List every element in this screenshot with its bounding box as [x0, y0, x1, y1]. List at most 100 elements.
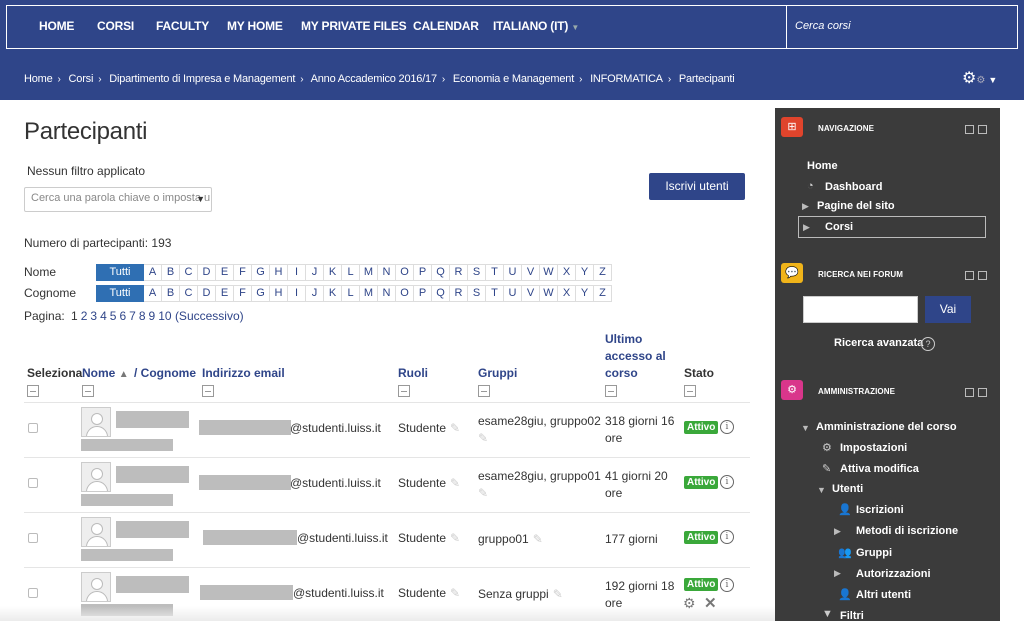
row-select-checkbox[interactable] [28, 533, 38, 543]
minimize-block-icon[interactable] [965, 125, 974, 134]
initial-letter[interactable]: C [180, 284, 198, 302]
forum-search-input[interactable] [803, 296, 918, 323]
expand-triangle-icon[interactable]: ▶ [834, 568, 841, 579]
initial-letter[interactable]: G [252, 284, 270, 302]
sidebar-item-corsi-box[interactable]: ▶ Corsi [798, 216, 986, 238]
col-last-name-header[interactable]: / Cognome [134, 365, 196, 382]
menu-language[interactable]: ITALIANO (IT) ▼ [493, 19, 579, 33]
initial-letter[interactable]: N [378, 284, 396, 302]
search-courses-input[interactable]: Cerca corsi [795, 20, 851, 32]
pagination-page[interactable]: 8 [139, 309, 146, 323]
pagination-page[interactable]: 6 [119, 309, 126, 323]
initial-letter[interactable]: M [360, 284, 378, 302]
initial-letter[interactable]: S [468, 263, 486, 281]
initial-letter[interactable]: B [162, 263, 180, 281]
initial-letter[interactable]: Y [576, 263, 594, 281]
menu-faculty[interactable]: FACULTY [156, 19, 209, 33]
enrol-users-button[interactable]: Iscrivi utenti [649, 173, 745, 200]
breadcrumb-year[interactable]: Anno Accademico 2016/17 [311, 73, 437, 85]
pagination-page[interactable]: 10 [158, 309, 171, 323]
collapse-triangle-icon[interactable]: ▼ [817, 485, 826, 495]
initial-all-last[interactable]: Tutti [96, 284, 144, 302]
minimize-block-icon[interactable] [965, 388, 974, 397]
info-icon[interactable]: i [720, 475, 734, 489]
initial-letter[interactable]: B [162, 284, 180, 302]
avatar[interactable] [81, 407, 111, 437]
expand-triangle-icon[interactable]: ▶ [803, 222, 810, 233]
initial-letter[interactable]: R [450, 284, 468, 302]
initial-letter[interactable]: I [288, 263, 306, 281]
initial-all-first[interactable]: Tutti [96, 263, 144, 281]
pencil-icon[interactable]: ✎ [450, 531, 460, 545]
expand-triangle-icon[interactable]: ▶ [834, 526, 841, 537]
initial-letter[interactable]: G [252, 263, 270, 281]
initial-letter[interactable]: Z [594, 284, 612, 302]
initial-letter[interactable]: H [270, 263, 288, 281]
menu-calendar[interactable]: CALENDAR [413, 19, 479, 33]
dock-block-icon[interactable] [978, 388, 987, 397]
initial-letter[interactable]: K [324, 284, 342, 302]
forum-search-button[interactable]: Vai [925, 296, 971, 323]
initial-letter[interactable]: U [504, 284, 522, 302]
col-last-access-header[interactable]: Ultimo accesso al corso [605, 331, 666, 382]
row-select-checkbox[interactable] [28, 478, 38, 488]
initial-letter[interactable]: O [396, 263, 414, 281]
pencil-icon[interactable]: ✎ [450, 421, 460, 435]
initial-letter[interactable]: N [378, 263, 396, 281]
info-icon[interactable]: i [720, 530, 734, 544]
initial-letter[interactable]: E [216, 263, 234, 281]
initial-letter[interactable]: I [288, 284, 306, 302]
menu-home[interactable]: HOME [39, 19, 74, 33]
page-settings-menu[interactable]: ⚙⚙ ▼ [962, 68, 997, 88]
initial-letter[interactable]: C [180, 263, 198, 281]
pagination-next[interactable]: (Successivo) [175, 309, 244, 323]
filter-search-input[interactable]: Cerca una parola chiave o imposta u ▼ [24, 187, 212, 212]
initial-letter[interactable]: L [342, 284, 360, 302]
col-email-header[interactable]: Indirizzo email [202, 365, 285, 382]
avatar[interactable] [81, 462, 111, 492]
row-select-checkbox[interactable] [28, 423, 38, 433]
hide-column-icon[interactable] [478, 385, 490, 397]
pagination-page[interactable]: 5 [110, 309, 117, 323]
initial-letter[interactable]: J [306, 263, 324, 281]
initial-letter[interactable]: F [234, 284, 252, 302]
collapse-triangle-icon[interactable]: ▼ [801, 423, 810, 433]
sidebar-item-settings[interactable]: Impostazioni [840, 442, 907, 454]
initial-letter[interactable]: S [468, 284, 486, 302]
initial-letter[interactable]: Y [576, 284, 594, 302]
pencil-icon[interactable]: ✎ [478, 431, 488, 445]
hide-column-icon[interactable] [82, 385, 94, 397]
sidebar-item-enrolments[interactable]: Iscrizioni [856, 504, 904, 516]
sidebar-item-corsi[interactable]: Corsi [825, 221, 853, 233]
initial-letter[interactable]: P [414, 284, 432, 302]
initial-letter[interactable]: T [486, 284, 504, 302]
sidebar-item-permissions[interactable]: Autorizzazioni [856, 568, 931, 580]
avatar[interactable] [81, 517, 111, 547]
pencil-icon[interactable]: ✎ [533, 532, 543, 546]
sidebar-item-dashboard[interactable]: Dashboard [825, 181, 882, 193]
info-icon[interactable]: i [720, 578, 734, 592]
breadcrumb-corsi[interactable]: Corsi [69, 73, 94, 85]
initial-letter[interactable]: P [414, 263, 432, 281]
initial-letter[interactable]: V [522, 284, 540, 302]
initial-letter[interactable]: D [198, 263, 216, 281]
sidebar-item-course-admin[interactable]: Amministrazione del corso [816, 421, 957, 433]
help-icon[interactable]: ? [921, 337, 935, 351]
initial-letter[interactable]: L [342, 263, 360, 281]
initial-letter[interactable]: E [216, 284, 234, 302]
pagination-page[interactable]: 3 [90, 309, 97, 323]
sidebar-item-filters[interactable]: Filtri [840, 610, 864, 622]
pencil-icon[interactable]: ✎ [450, 476, 460, 490]
sidebar-item-groups[interactable]: Gruppi [856, 547, 892, 559]
hide-column-icon[interactable] [684, 385, 696, 397]
col-first-name-header[interactable]: Nome ▲ [82, 365, 129, 383]
pagination-page[interactable]: 4 [100, 309, 107, 323]
breadcrumb-home[interactable]: Home [24, 73, 53, 85]
breadcrumb-department[interactable]: Dipartimento di Impresa e Management [109, 73, 295, 85]
initial-letter[interactable]: H [270, 284, 288, 302]
initial-letter[interactable]: T [486, 263, 504, 281]
initial-letter[interactable]: V [522, 263, 540, 281]
pencil-icon[interactable]: ✎ [450, 586, 460, 600]
pencil-icon[interactable]: ✎ [478, 486, 488, 500]
col-roles-header[interactable]: Ruoli [398, 365, 428, 382]
